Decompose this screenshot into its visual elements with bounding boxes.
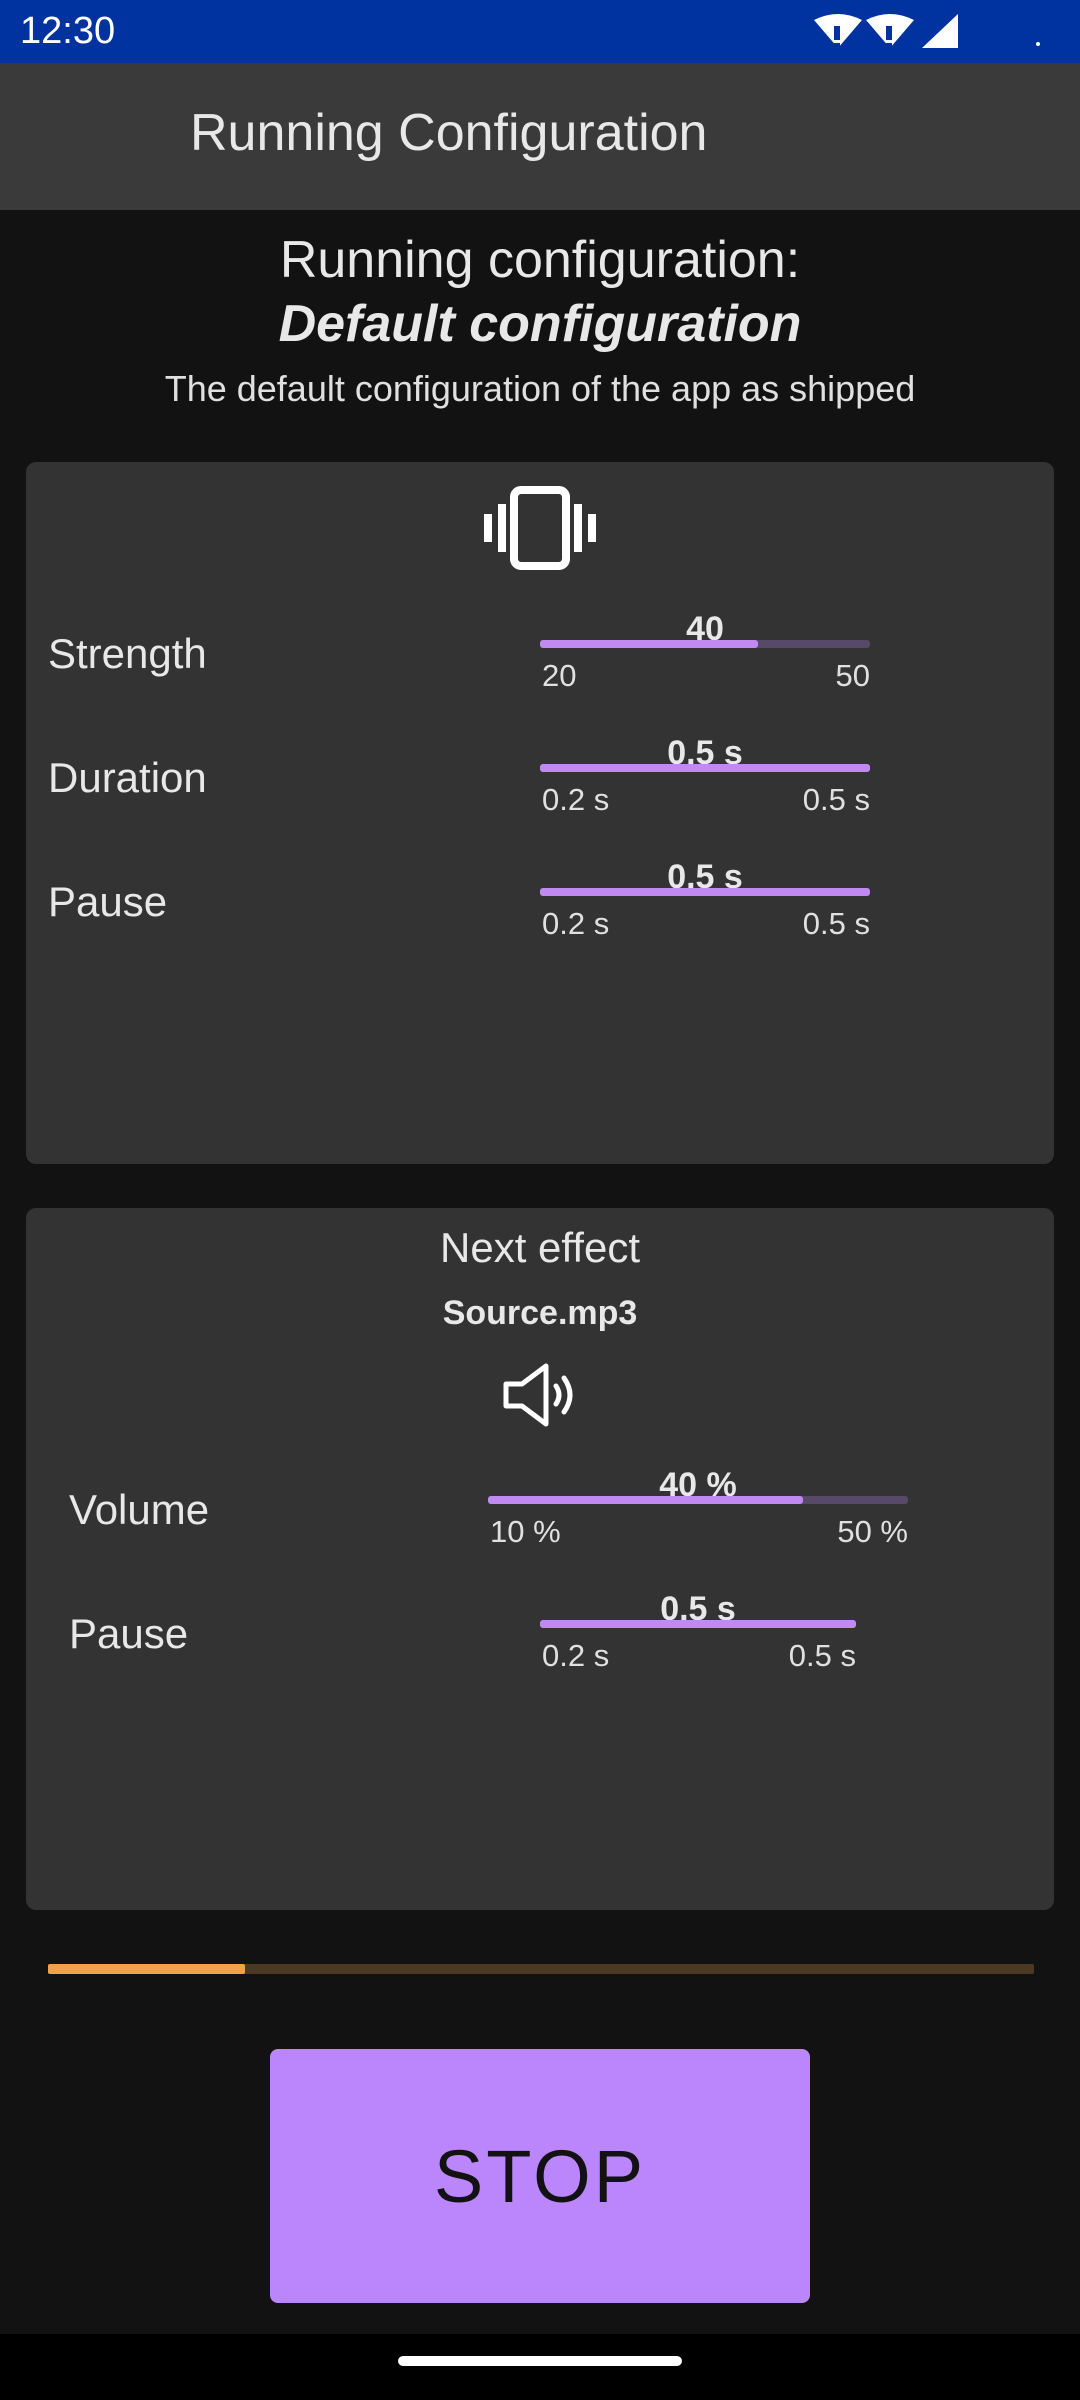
session-progress-bar (48, 1964, 1034, 1974)
config-description: The default configuration of the app as … (164, 368, 916, 409)
duration-min: 0.2 s (542, 782, 610, 817)
wifi-alert-icon (866, 14, 914, 48)
sound-pause-fill (540, 1620, 856, 1628)
volume-max: 50 % (837, 1514, 908, 1549)
status-bar: 12:30 (0, 0, 1080, 63)
vibration-card: Strength 40 20 50 Duration 0.5 s 0.2 s 0… (26, 462, 1054, 1164)
volume-label: Volume (69, 1486, 210, 1533)
vibration-icon (484, 486, 596, 570)
duration-max: 0.5 s (802, 782, 870, 817)
config-header: Running configuration: Default configura… (0, 228, 1080, 410)
navigation-bar (0, 2334, 1080, 2400)
config-name: Default configuration (278, 295, 802, 353)
status-dot (1036, 42, 1040, 46)
strength-fill (540, 640, 758, 648)
strength-slider[interactable]: 40 20 50 (540, 610, 870, 693)
strength-max: 50 (835, 658, 870, 693)
session-progress-fill (48, 1964, 246, 1974)
duration-track[interactable] (540, 764, 870, 772)
sound-card: Next effect Source.mp3 Volume 40 % 10 % … (26, 1208, 1054, 1910)
sound-pause-track[interactable] (540, 1620, 856, 1628)
status-icons (814, 14, 958, 48)
sound-pause-slider[interactable]: 0.5 s 0.2 s 0.5 s (540, 1590, 856, 1673)
strength-min: 20 (542, 658, 577, 693)
duration-slider[interactable]: 0.5 s 0.2 s 0.5 s (540, 734, 870, 817)
volume-track[interactable] (488, 1496, 908, 1504)
vibration-pause-label: Pause (48, 878, 168, 925)
duration-label: Duration (48, 754, 207, 801)
sound-pause-max: 0.5 s (788, 1638, 856, 1673)
strength-label: Strength (48, 630, 207, 677)
status-time: 12:30 (20, 10, 116, 52)
sound-pause-label: Pause (69, 1610, 189, 1657)
volume-min: 10 % (490, 1514, 561, 1549)
speaker-icon (503, 1363, 573, 1427)
config-heading: Running configuration: (279, 231, 801, 289)
vibration-pause-min: 0.2 s (542, 906, 610, 941)
next-effect-file: Source.mp3 (442, 1294, 638, 1332)
vibration-pause-track[interactable] (540, 888, 870, 896)
volume-fill (488, 1496, 803, 1504)
stop-button[interactable]: STOP (270, 2049, 810, 2303)
vibration-pause-slider[interactable]: 0.5 s 0.2 s 0.5 s (540, 858, 870, 941)
vibration-pause-max: 0.5 s (802, 906, 870, 941)
wifi-alert-icon (814, 14, 862, 48)
app-bar: Running Configuration (0, 63, 1080, 210)
duration-fill (540, 764, 870, 772)
volume-slider[interactable]: 40 % 10 % 50 % (488, 1466, 908, 1549)
home-handle[interactable] (398, 2356, 682, 2366)
app-bar-title: Running Configuration (190, 104, 708, 162)
strength-track[interactable] (540, 640, 870, 648)
next-effect-title: Next effect (440, 1224, 640, 1271)
signal-icon (922, 14, 958, 48)
vibration-pause-fill (540, 888, 870, 896)
sound-pause-min: 0.2 s (542, 1638, 610, 1673)
